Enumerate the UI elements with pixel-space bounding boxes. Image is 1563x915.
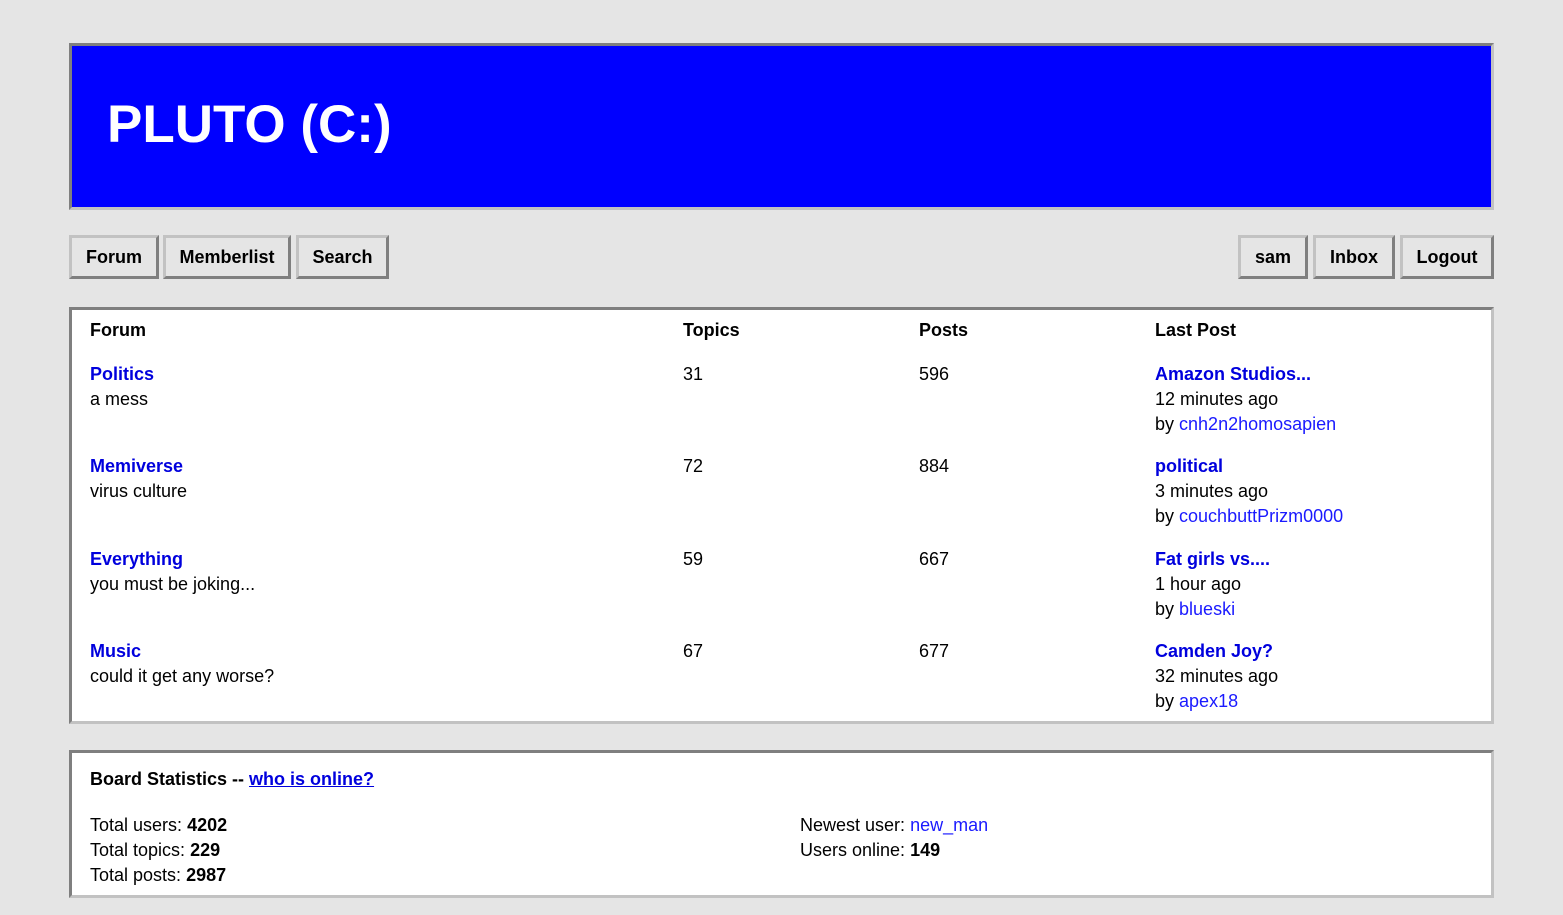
forum-description: virus culture: [90, 481, 188, 501]
topics-count: 72: [683, 456, 704, 476]
total-users-label: Total users:: [90, 815, 183, 835]
forum-link-politics[interactable]: Politics: [90, 362, 154, 387]
last-post-time: 32 minutes ago: [1155, 666, 1279, 686]
inbox-button[interactable]: Inbox: [1313, 235, 1395, 279]
by-label: by: [1155, 506, 1175, 526]
last-post-time: 12 minutes ago: [1155, 389, 1279, 409]
by-label: by: [1155, 414, 1175, 434]
board-statistics-panel: Board Statistics -- who is online? Total…: [69, 750, 1494, 898]
total-topics-label: Total topics:: [90, 840, 186, 860]
by-label: by: [1155, 599, 1175, 619]
last-post-byline: by apex18: [1155, 689, 1238, 714]
last-post-user-link[interactable]: apex18: [1179, 691, 1238, 711]
forum-description: a mess: [90, 389, 149, 409]
forum-description: you must be joking...: [90, 574, 256, 594]
last-post-user-link[interactable]: couchbuttPrizm0000: [1179, 506, 1343, 526]
user-profile-button[interactable]: sam: [1238, 235, 1308, 279]
last-post-user-link[interactable]: cnh2n2homosapien: [1179, 414, 1336, 434]
last-post-time: 1 hour ago: [1155, 574, 1242, 594]
search-nav-button[interactable]: Search: [296, 235, 389, 279]
posts-count: 667: [919, 549, 950, 569]
forum-description: could it get any worse?: [90, 666, 275, 686]
newest-user-link[interactable]: new_man: [910, 815, 988, 835]
logout-button[interactable]: Logout: [1400, 235, 1494, 279]
forum-link-music[interactable]: Music: [90, 639, 141, 664]
total-users-value: 4202: [187, 815, 228, 835]
stats-heading: Board Statistics -- who is online?: [90, 767, 374, 792]
posts-count: 596: [919, 364, 950, 384]
total-posts-label: Total posts:: [90, 865, 182, 885]
total-topics-value: 229: [190, 840, 221, 860]
newest-user-label: Newest user:: [800, 815, 906, 835]
forum-link-memiverse[interactable]: Memiverse: [90, 454, 183, 479]
total-topics-stat: Total topics: 229: [90, 838, 220, 863]
column-header-posts: Posts: [919, 320, 969, 340]
users-online-value: 149: [910, 840, 941, 860]
total-users-stat: Total users: 4202: [90, 813, 227, 838]
who-is-online-link[interactable]: who is online?: [249, 769, 374, 789]
topics-count: 67: [683, 641, 704, 661]
by-label: by: [1155, 691, 1175, 711]
total-posts-value: 2987: [186, 865, 227, 885]
last-post-link[interactable]: Amazon Studios...: [1155, 362, 1311, 387]
topics-count: 31: [683, 364, 704, 384]
last-post-time: 3 minutes ago: [1155, 481, 1269, 501]
last-post-byline: by blueski: [1155, 597, 1235, 622]
stats-title: Board Statistics --: [90, 769, 245, 789]
last-post-user-link[interactable]: blueski: [1179, 599, 1235, 619]
total-posts-stat: Total posts: 2987: [90, 863, 226, 888]
column-header-topics: Topics: [683, 320, 740, 340]
newest-user-stat: Newest user: new_man: [800, 813, 988, 838]
posts-count: 884: [919, 456, 950, 476]
last-post-byline: by couchbuttPrizm0000: [1155, 504, 1343, 529]
memberlist-nav-button[interactable]: Memberlist: [163, 235, 291, 279]
column-header-forum: Forum: [90, 320, 146, 340]
forum-nav-button[interactable]: Forum: [69, 235, 159, 279]
last-post-link[interactable]: Camden Joy?: [1155, 639, 1273, 664]
users-online-stat: Users online: 149: [800, 838, 940, 863]
last-post-link[interactable]: political: [1155, 454, 1223, 479]
topics-count: 59: [683, 549, 704, 569]
users-online-label: Users online:: [800, 840, 906, 860]
site-title: PLUTO (C:): [107, 95, 392, 154]
forum-table: Forum Topics Posts Last Post Politics a …: [69, 307, 1494, 724]
forum-link-everything[interactable]: Everything: [90, 547, 183, 572]
site-header: PLUTO (C:): [69, 43, 1494, 210]
last-post-link[interactable]: Fat girls vs....: [1155, 547, 1270, 572]
last-post-byline: by cnh2n2homosapien: [1155, 412, 1336, 437]
posts-count: 677: [919, 641, 950, 661]
column-header-last-post: Last Post: [1155, 320, 1237, 340]
